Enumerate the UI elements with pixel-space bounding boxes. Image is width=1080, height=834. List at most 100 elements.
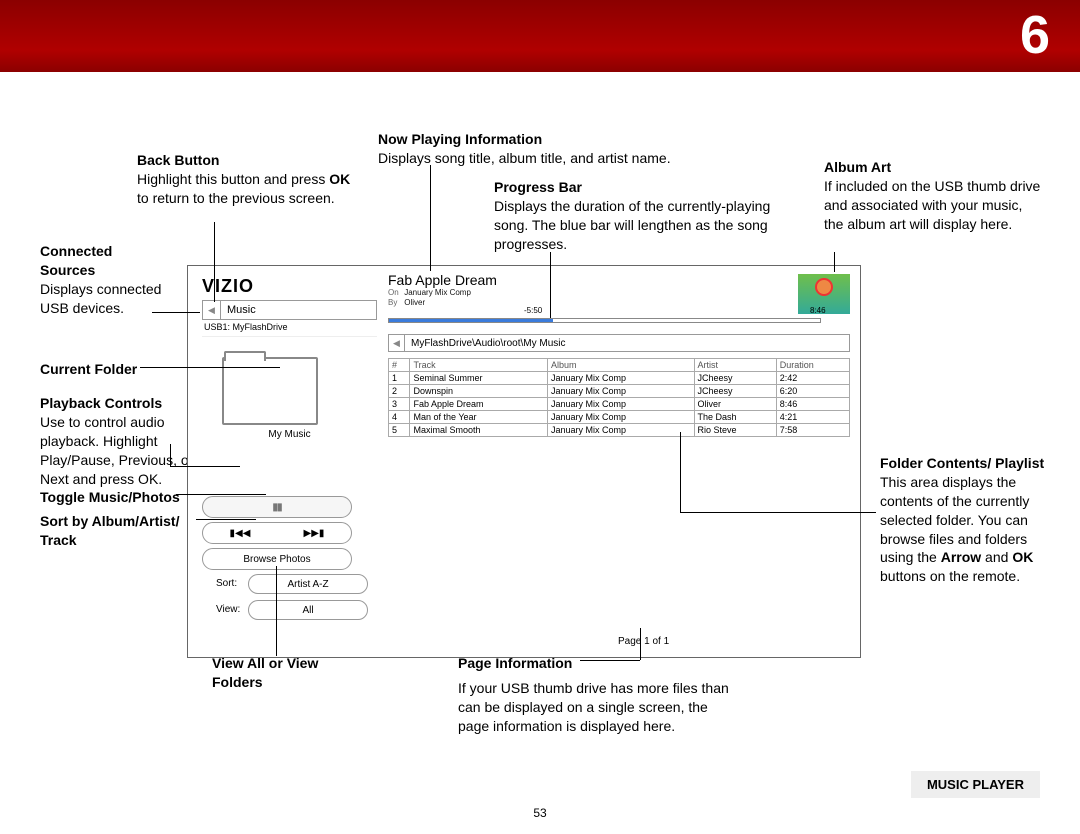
callout-body: If included on the USB thumb drive and a… (824, 177, 1044, 234)
breadcrumb-text: MyFlashDrive\Audio\root\My Music (405, 338, 565, 349)
np-on-label: On (388, 288, 402, 298)
table-cell: 6:20 (776, 385, 849, 398)
np-title: Fab Apple Dream (388, 272, 688, 288)
callout-current-folder: Current Folder (40, 360, 137, 379)
sort-pill[interactable]: Artist A-Z (248, 574, 368, 594)
footer-section-label: MUSIC PLAYER (911, 771, 1040, 798)
table-cell: 7:58 (776, 424, 849, 437)
breadcrumb-path[interactable]: ◀ MyFlashDrive\Audio\root\My Music (388, 334, 850, 352)
callout-title: Connected Sources (40, 242, 170, 280)
leader-line (152, 312, 200, 313)
header-bar: 6 (0, 0, 1080, 72)
callout-body: Highlight this button and press OK to re… (137, 170, 357, 208)
callout-view-all: View All or View Folders (212, 654, 362, 692)
leader-line (176, 494, 266, 495)
view-label: View: (216, 604, 240, 615)
table-cell: Fab Apple Dream (410, 398, 548, 411)
table-row[interactable]: 5Maximal SmoothJanuary Mix CompRio Steve… (389, 424, 850, 437)
now-playing: Fab Apple Dream On January Mix Comp By O… (388, 272, 688, 307)
back-button-icon[interactable]: ◀ (203, 301, 221, 319)
page-info: Page 1 of 1 (618, 636, 669, 647)
leader-line (140, 367, 280, 368)
time-total: 8:46 (810, 306, 826, 315)
table-header: Duration (776, 359, 849, 372)
callout-body: This area displays the contents of the c… (880, 473, 1050, 586)
callout-title: Back Button (137, 151, 357, 170)
view-pill[interactable]: All (248, 600, 368, 620)
breadcrumb-back-icon[interactable]: ◀ (389, 335, 405, 351)
leader-line (550, 252, 551, 318)
table-cell: Rio Steve (694, 424, 776, 437)
callout-connected-sources: Connected Sources Displays connected USB… (40, 242, 170, 318)
table-cell: Maximal Smooth (410, 424, 548, 437)
table-row[interactable]: 4Man of the YearJanuary Mix CompThe Dash… (389, 411, 850, 424)
section-label: Music (221, 304, 256, 316)
callout-title: Progress Bar (494, 178, 784, 197)
chapter-number: 6 (1020, 4, 1050, 66)
callout-album-art: Album Art If included on the USB thumb d… (824, 158, 1044, 234)
sort-label: Sort: (216, 578, 237, 589)
table-cell: Oliver (694, 398, 776, 411)
callout-sort: Sort by Album/Artist/ Track (40, 512, 200, 550)
browse-photos-button[interactable]: Browse Photos (202, 548, 352, 570)
play-pause-pill[interactable]: ▮▮ (202, 496, 352, 518)
pause-icon[interactable]: ▮▮ (272, 502, 281, 513)
callout-folder-contents: Folder Contents/ Playlist This area disp… (880, 454, 1050, 586)
callout-title: Playback Controls (40, 394, 210, 413)
previous-icon[interactable]: ▮◀◀ (230, 528, 251, 539)
time-elapsed: -5:50 (524, 306, 542, 315)
callout-playback-controls: Playback Controls Use to control audio p… (40, 394, 210, 488)
leader-line (680, 432, 681, 512)
table-cell: Downspin (410, 385, 548, 398)
player-sidebar: ◀ Music USB1: MyFlashDrive My Music ▮▮ ▮… (202, 300, 377, 626)
callout-body: Displays song title, album title, and ar… (378, 149, 708, 168)
music-row[interactable]: ◀ Music (202, 300, 377, 320)
table-cell: JCheesy (694, 385, 776, 398)
table-cell: The Dash (694, 411, 776, 424)
callout-title: Now Playing Information (378, 130, 708, 149)
music-player-screenshot: VIZIO ◀ Music USB1: MyFlashDrive My Musi… (187, 265, 861, 658)
table-row[interactable]: 2DownspinJanuary Mix CompJCheesy6:20 (389, 385, 850, 398)
np-by-label: By (388, 298, 402, 308)
table-cell: January Mix Comp (548, 398, 694, 411)
np-by-value: Oliver (404, 298, 425, 307)
vizio-logo: VIZIO (202, 276, 254, 297)
table-cell: January Mix Comp (548, 372, 694, 385)
callout-body: Use to control audio playback. Highlight… (40, 413, 210, 489)
table-row[interactable]: 1Seminal SummerJanuary Mix CompJCheesy2:… (389, 372, 850, 385)
progress-bar[interactable] (388, 318, 821, 323)
table-cell: 1 (389, 372, 410, 385)
next-icon[interactable]: ▶▶▮ (304, 528, 325, 539)
leader-line (276, 566, 277, 656)
table-header: Track (410, 359, 548, 372)
table-row[interactable]: 3Fab Apple DreamJanuary Mix CompOliver8:… (389, 398, 850, 411)
callout-page-info: Page Information If your USB thumb drive… (458, 654, 738, 736)
table-cell: 2:42 (776, 372, 849, 385)
leader-line (580, 660, 640, 661)
callout-body: Displays connected USB devices. (40, 280, 170, 318)
callout-body: Displays the duration of the currently-p… (494, 197, 784, 254)
leader-line (640, 628, 641, 660)
page: Back Button Highlight this button and pr… (0, 72, 1080, 834)
leader-line (170, 466, 240, 467)
table-header: Artist (694, 359, 776, 372)
callout-toggle: Toggle Music/Photos (40, 488, 180, 507)
page-number: 53 (0, 806, 1080, 820)
callout-title: Album Art (824, 158, 1044, 177)
folder-name: My Music (202, 429, 377, 440)
source-line[interactable]: USB1: MyFlashDrive (202, 320, 377, 337)
table-cell: 3 (389, 398, 410, 411)
callout-back-button: Back Button Highlight this button and pr… (137, 151, 357, 208)
tracklist-table[interactable]: #TrackAlbumArtistDuration 1Seminal Summe… (388, 358, 850, 437)
callout-title: Folder Contents/ Playlist (880, 454, 1050, 473)
callout-body: If your USB thumb drive has more files t… (458, 679, 738, 736)
prev-next-pill[interactable]: ▮◀◀ ▶▶▮ (202, 522, 352, 544)
table-cell: January Mix Comp (548, 385, 694, 398)
leader-line (680, 512, 876, 513)
leader-line (834, 252, 835, 272)
table-cell: 4 (389, 411, 410, 424)
table-header: Album (548, 359, 694, 372)
table-cell: 8:46 (776, 398, 849, 411)
leader-line (196, 519, 256, 520)
table-header: # (389, 359, 410, 372)
